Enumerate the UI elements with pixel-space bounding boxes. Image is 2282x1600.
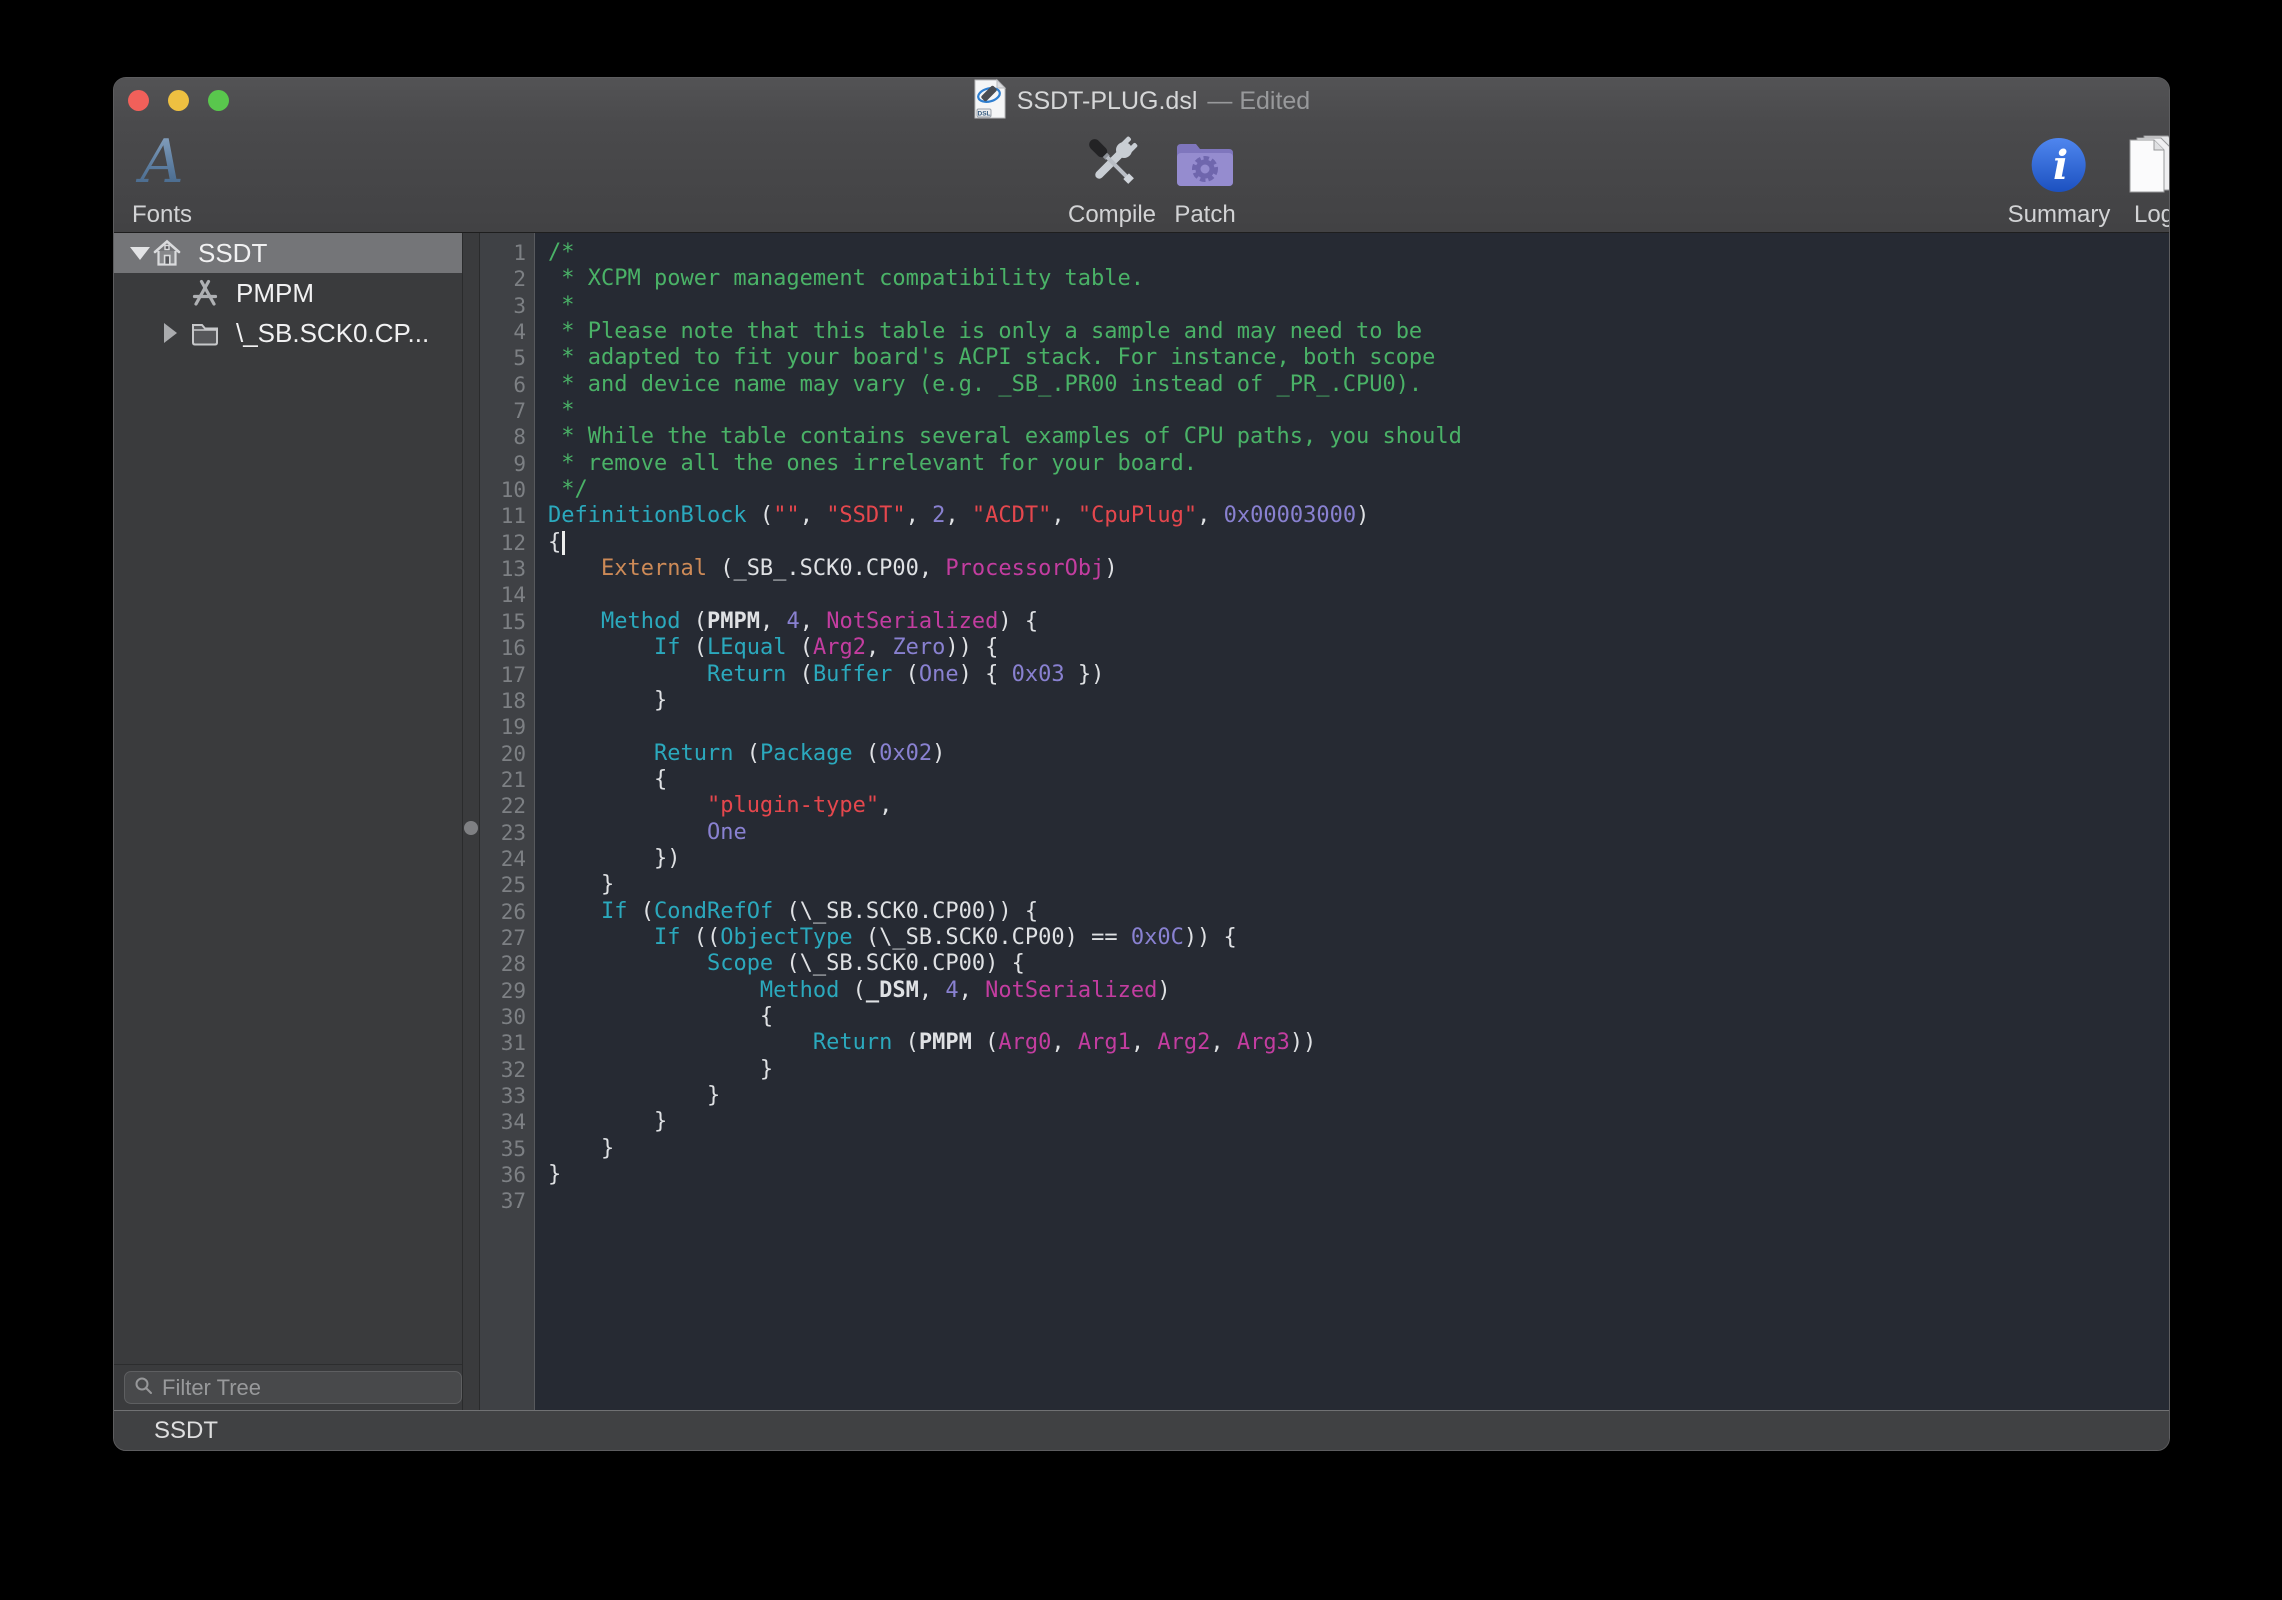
- log-button[interactable]: Log: [2124, 134, 2170, 228]
- summary-label: Summary: [2008, 202, 2111, 228]
- house-icon: [152, 238, 182, 275]
- tree-item-sb-sck0[interactable]: \_SB.SCK0.CP...: [114, 313, 462, 353]
- tree-item-ssdt[interactable]: SSDT: [114, 233, 462, 273]
- summary-info-icon: i: [2030, 136, 2088, 199]
- patch-label: Patch: [1174, 202, 1235, 228]
- svg-text:i: i: [2053, 142, 2068, 189]
- status-text: SSDT: [154, 1417, 218, 1445]
- svg-text:A: A: [135, 130, 183, 194]
- summary-button[interactable]: i Summary: [2008, 136, 2111, 228]
- app-window: DSL SSDT-PLUG.dsl — Edited A Fonts: [113, 77, 2170, 1451]
- svg-text:DSL: DSL: [977, 110, 990, 117]
- tree-item-pmpm[interactable]: PMPM: [114, 273, 462, 313]
- patch-button[interactable]: Patch: [1173, 136, 1237, 228]
- disclosure-right-icon[interactable]: [164, 323, 177, 343]
- window-title-edited: — Edited: [1207, 87, 1310, 116]
- tree-item-label: \_SB.SCK0.CP...: [236, 318, 429, 349]
- sidebar: SSDT PMPM: [114, 233, 462, 1410]
- ssdt-tree: SSDT PMPM: [114, 233, 462, 1364]
- compile-button[interactable]: Compile: [1068, 130, 1156, 228]
- fonts-icon: A: [131, 130, 193, 199]
- desktop: { "window": { "title": "SSDT-PLUG.dsl", …: [0, 0, 2282, 1600]
- window-title-row: DSL SSDT-PLUG.dsl — Edited: [114, 80, 2169, 122]
- splitter[interactable]: [462, 233, 480, 1410]
- filter-tree-input[interactable]: [160, 1374, 452, 1402]
- document-icon: DSL: [973, 78, 1007, 125]
- fonts-button[interactable]: A Fonts: [131, 130, 193, 228]
- tree-item-label: SSDT: [198, 238, 267, 269]
- code-editor[interactable]: 1234567891011121314151617181920212223242…: [480, 233, 2169, 1410]
- window-header: DSL SSDT-PLUG.dsl — Edited A Fonts: [114, 78, 2169, 233]
- code-lines[interactable]: /* * XCPM power management compatibility…: [535, 233, 2169, 1410]
- compile-icon: [1080, 130, 1144, 199]
- splitter-handle[interactable]: [464, 821, 478, 835]
- line-numbers: 1234567891011121314151617181920212223242…: [480, 233, 535, 1410]
- patch-folder-icon: [1173, 136, 1237, 199]
- content-area: SSDT PMPM: [114, 233, 2169, 1410]
- search-icon: [134, 1376, 153, 1400]
- filter-row: [114, 1364, 462, 1410]
- disclosure-down-icon[interactable]: [130, 247, 150, 260]
- status-bar: SSDT: [114, 1410, 2169, 1450]
- compile-label: Compile: [1068, 202, 1156, 228]
- log-label: Log: [2134, 202, 2170, 228]
- fonts-label: Fonts: [132, 202, 192, 228]
- window-title: SSDT-PLUG.dsl: [1017, 87, 1198, 116]
- folder-icon: [190, 318, 220, 355]
- log-pages-icon: [2124, 134, 2170, 199]
- tools-icon: [190, 278, 220, 315]
- filter-tree-field[interactable]: [124, 1371, 462, 1404]
- tree-item-label: PMPM: [236, 278, 314, 309]
